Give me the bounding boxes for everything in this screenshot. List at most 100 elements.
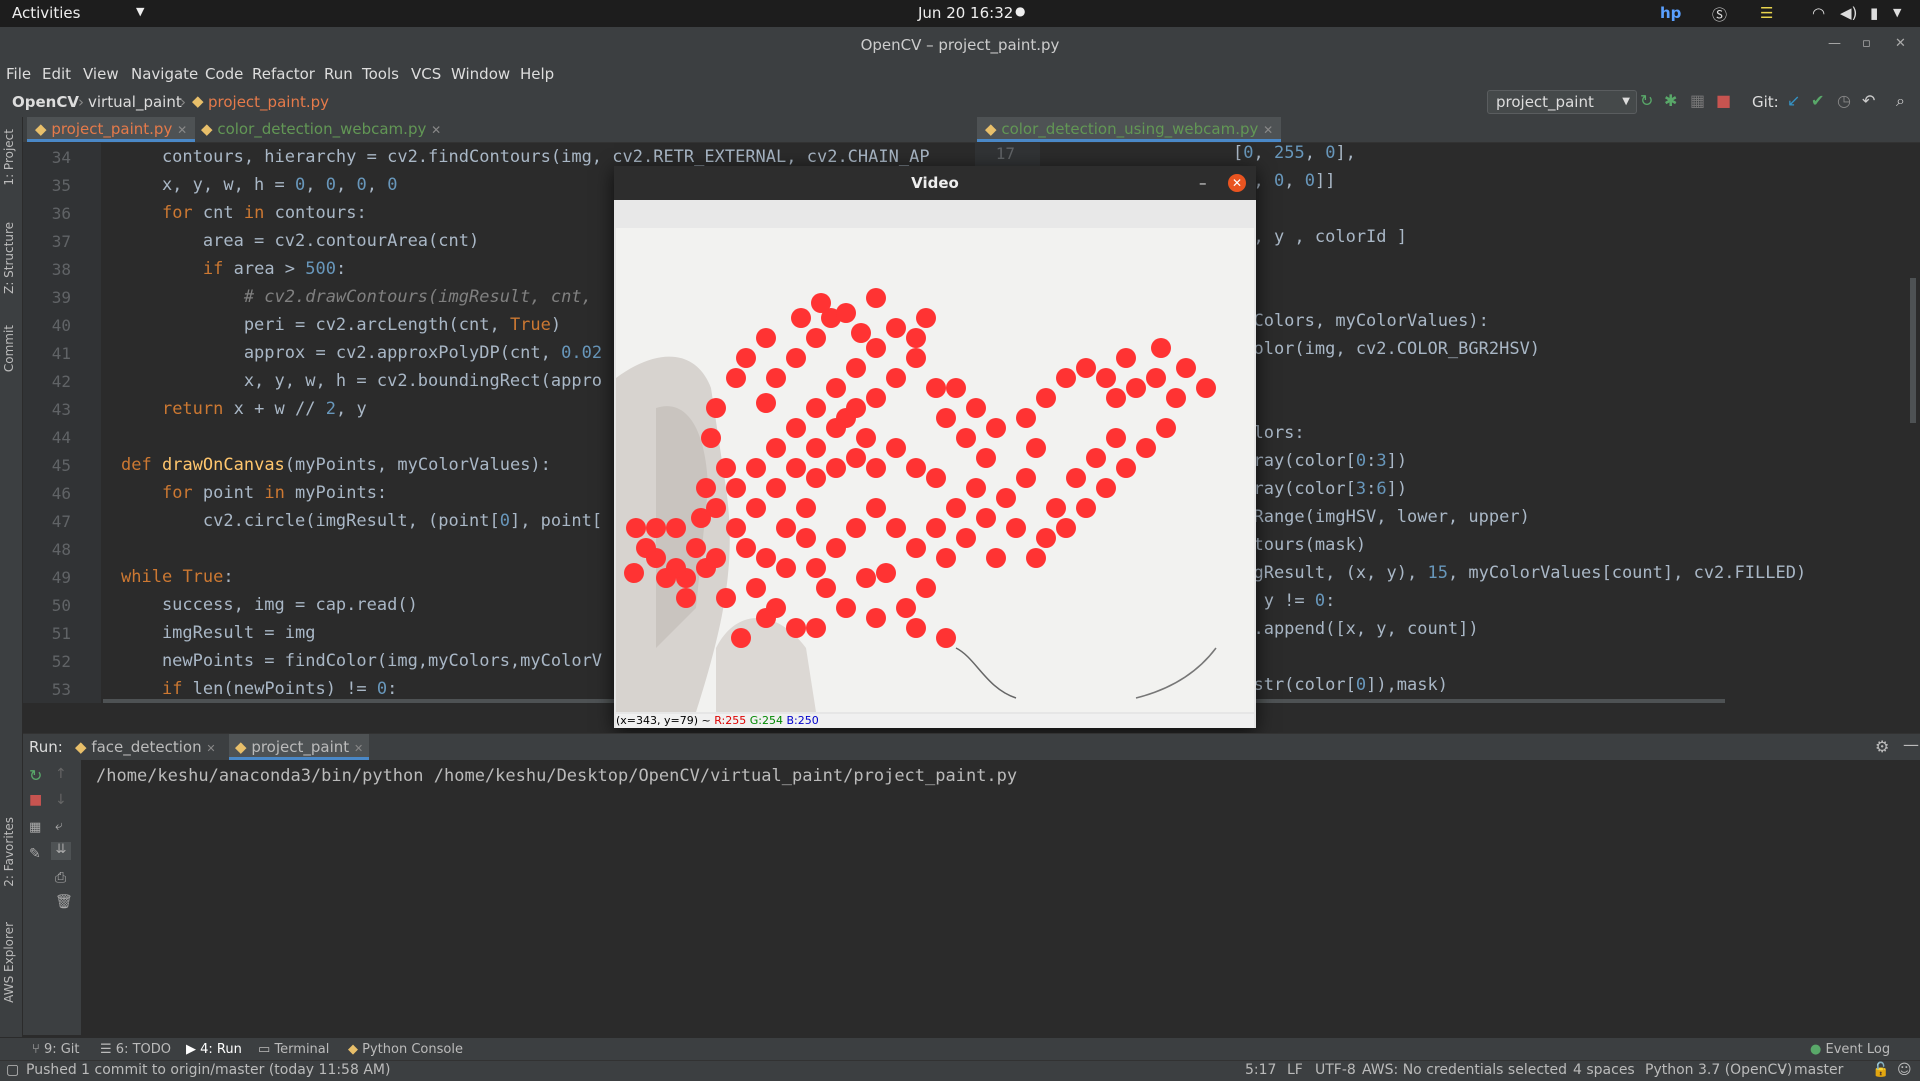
code-line: approx = cv2.approxPolyDP(cnt, 0.02 [121, 343, 603, 363]
paint-dot [786, 348, 806, 368]
git-tool-button[interactable]: ⑂ 9: Git [32, 1042, 80, 1057]
horizontal-scrollbar[interactable] [1255, 699, 1725, 703]
menu-edit[interactable]: Edit [42, 65, 71, 83]
menu-help[interactable]: Help [520, 65, 554, 83]
inspector-icon[interactable]: ☺ [1897, 1062, 1912, 1078]
chevron-down-icon: ▼ [1622, 96, 1630, 107]
status-message[interactable]: Pushed 1 commit to origin/master (today … [26, 1062, 390, 1078]
close-icon[interactable]: ✕ [1228, 174, 1246, 192]
hide-panel-icon[interactable]: — [1903, 735, 1919, 754]
up-arrow-icon[interactable]: ↑ [55, 766, 67, 782]
menu-file[interactable]: File [6, 65, 31, 83]
activities-button[interactable]: Activities [12, 4, 80, 22]
menu-window[interactable]: Window [451, 65, 510, 83]
vertical-scrollbar[interactable] [1910, 278, 1916, 423]
video-toolbar [616, 200, 1254, 229]
project-tool-tab[interactable]: 1: Project [2, 129, 16, 186]
paint-dot [706, 498, 726, 518]
rerun-icon[interactable]: ↻ [1640, 91, 1653, 110]
commit-tool-tab[interactable]: Commit [2, 325, 16, 372]
debug-icon[interactable]: ✱ [1664, 91, 1677, 110]
stop-icon[interactable]: ■ [1716, 91, 1731, 110]
clock[interactable]: Jun 20 16:32 [918, 4, 1013, 22]
close-icon[interactable]: ✕ [1263, 123, 1273, 137]
line-separator[interactable]: LF [1287, 1062, 1303, 1078]
tab-color-detection-webcam[interactable]: ◆ color_detection_webcam.py ✕ [193, 117, 449, 142]
menu-navigate[interactable]: Navigate [131, 65, 198, 83]
menu-code[interactable]: Code [205, 65, 243, 83]
soft-wrap-icon[interactable]: ⤶ [55, 818, 63, 834]
close-icon[interactable]: ✕ [206, 742, 215, 755]
volume-icon[interactable]: ◀) [1840, 4, 1857, 22]
breadcrumb-file[interactable]: project_paint.py [208, 93, 329, 111]
tab-project-paint[interactable]: ◆ project_paint.py ✕ [27, 117, 196, 142]
wifi-icon[interactable]: ◠ [1812, 4, 1825, 22]
git-rollback-icon[interactable]: ↶ [1862, 91, 1875, 110]
todo-tool-button[interactable]: ☰ 6: TODO [100, 1042, 171, 1057]
down-arrow-icon[interactable]: ↓ [55, 792, 67, 808]
paint-dot [736, 348, 756, 368]
git-commit-icon[interactable]: ✔ [1811, 91, 1824, 110]
close-icon[interactable]: ✕ [431, 123, 441, 137]
git-update-icon[interactable]: ↙ [1787, 91, 1800, 110]
scroll-to-end-icon[interactable]: ⇊ [51, 842, 71, 860]
git-history-icon[interactable]: ◷ [1837, 91, 1851, 110]
webcam-frame[interactable] [616, 228, 1254, 712]
stop-icon[interactable]: ■ [29, 792, 42, 808]
run-console[interactable]: /home/keshu/anaconda3/bin/python /home/k… [82, 760, 1920, 1035]
indent-setting[interactable]: 4 spaces [1573, 1062, 1635, 1078]
notes-icon[interactable]: ☰ [1760, 4, 1773, 22]
maximize-icon[interactable]: ▫ [1862, 36, 1871, 51]
line-number: 50 [51, 596, 71, 615]
menu-vcs[interactable]: VCS [411, 65, 441, 83]
layout-icon[interactable]: ▦ [29, 820, 41, 835]
gear-icon[interactable]: ⚙ [1875, 737, 1889, 756]
terminal-tool-button[interactable]: ▭ Terminal [258, 1042, 329, 1057]
caret-position[interactable]: 5:17 [1245, 1062, 1276, 1078]
pin-icon[interactable]: ✎ [29, 846, 41, 862]
structure-tool-tab[interactable]: Z: Structure [2, 222, 16, 294]
aws-explorer-tool-tab[interactable]: AWS Explorer [2, 922, 16, 1003]
event-log-button[interactable]: ● Event Log [1810, 1042, 1890, 1057]
paint-dot [806, 398, 826, 418]
python-interpreter[interactable]: Python 3.7 (OpenCV) [1645, 1062, 1792, 1078]
run-tab-face-detection[interactable]: ◆ face_detection ✕ [75, 734, 216, 760]
system-menu-icon[interactable]: ▼ [1893, 6, 1901, 19]
breadcrumb-folder[interactable]: virtual_paint [88, 93, 182, 111]
close-icon[interactable]: ✕ [1895, 36, 1906, 51]
rerun-icon[interactable]: ↻ [29, 766, 42, 785]
minimize-icon[interactable]: – [1199, 166, 1207, 200]
lock-icon[interactable]: 🔓 [1872, 1062, 1889, 1078]
close-icon[interactable]: ✕ [177, 123, 187, 137]
video-window[interactable]: Video – ✕ (x=343, y=79) ~ R:255 G:254 B:… [614, 166, 1256, 728]
print-icon[interactable]: ⎙ [55, 870, 66, 886]
menu-view[interactable]: View [83, 65, 119, 83]
run-config-select[interactable]: project_paint ▼ [1487, 90, 1637, 114]
run-tool-button[interactable]: ▶ 4: Run [186, 1042, 242, 1057]
menu-run[interactable]: Run [324, 65, 353, 83]
chevron-down-icon[interactable]: ▼ [136, 5, 144, 18]
hp-icon[interactable]: hp [1660, 4, 1681, 22]
battery-icon[interactable]: ▮ [1870, 4, 1878, 22]
run-tab-project-paint[interactable]: ◆ project_paint ✕ [229, 734, 370, 760]
menu-refactor[interactable]: Refactor [252, 65, 315, 83]
line-number: 34 [51, 148, 71, 167]
video-titlebar[interactable]: Video – ✕ [614, 166, 1256, 200]
favorites-tool-tab[interactable]: 2: Favorites [2, 817, 16, 887]
search-icon[interactable]: ⌕ [1896, 91, 1905, 111]
git-branch[interactable]: master [1794, 1062, 1843, 1078]
file-encoding[interactable]: UTF-8 [1315, 1062, 1356, 1078]
skype-icon[interactable]: Ⓢ [1712, 4, 1727, 25]
breadcrumb-project[interactable]: OpenCV [12, 93, 79, 111]
trash-icon[interactable]: 🗑 [55, 894, 73, 910]
menu-tools[interactable]: Tools [362, 65, 399, 83]
code-line: def drawOnCanvas(myPoints, myColorValues… [121, 455, 551, 475]
video-status-line: (x=343, y=79) ~ R:255 G:254 B:250 [616, 714, 1254, 728]
close-icon[interactable]: ✕ [354, 742, 363, 755]
aws-credentials[interactable]: AWS: No credentials selected [1362, 1062, 1567, 1078]
python-console-tool-button[interactable]: ◆ Python Console [348, 1042, 463, 1057]
paint-dot [1066, 468, 1086, 488]
coverage-icon[interactable]: ▦ [1690, 91, 1705, 110]
tab-color-detection-using-webcam[interactable]: ◆ color_detection_using_webcam.py ✕ [977, 117, 1282, 142]
minimize-icon[interactable]: — [1828, 36, 1841, 51]
